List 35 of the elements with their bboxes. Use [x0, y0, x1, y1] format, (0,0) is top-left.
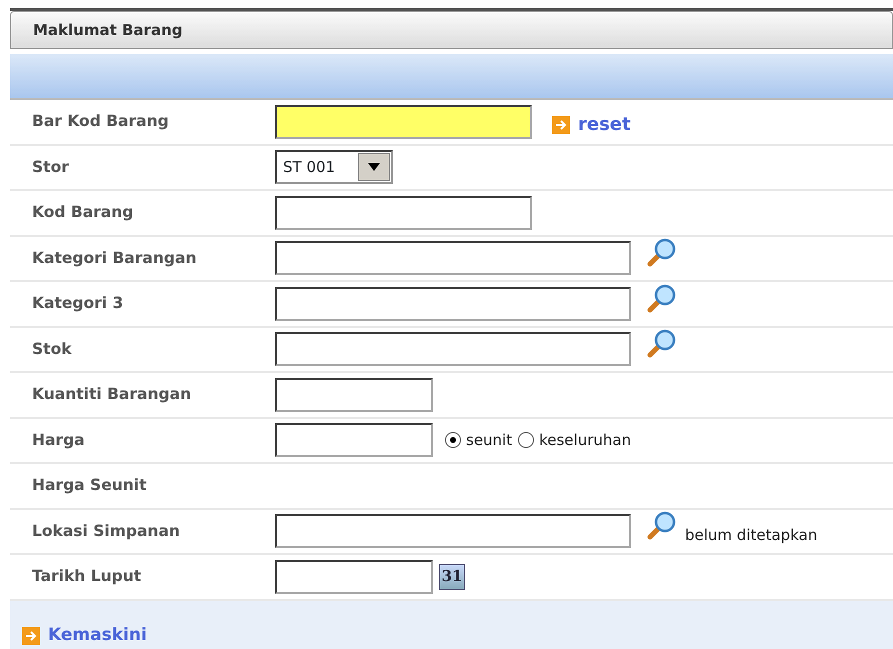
update-link[interactable]: Kemaskini: [48, 623, 147, 648]
field-label: Stor: [31, 156, 70, 178]
store-dropdown[interactable]: ST 001: [275, 150, 393, 184]
field-label: Harga Seunit: [31, 475, 148, 496]
radio-option[interactable]: keseluruhan: [518, 429, 632, 452]
field-label: Stok: [31, 338, 73, 360]
input-field[interactable]: [275, 104, 532, 139]
search-icon[interactable]: [645, 328, 677, 360]
reset-link[interactable]: reset: [578, 111, 631, 138]
input-field[interactable]: [275, 423, 433, 458]
radio-icon[interactable]: [518, 432, 534, 448]
field-label: Lokasi Simpanan: [31, 520, 181, 542]
field-label: Bar Kod Barang: [31, 111, 170, 132]
input-field[interactable]: [275, 560, 433, 594]
field-label: Kod Barang: [31, 202, 134, 224]
input-field[interactable]: [275, 332, 631, 366]
search-icon[interactable]: [645, 237, 677, 270]
input-field[interactable]: [275, 286, 631, 321]
search-icon[interactable]: [645, 282, 677, 315]
panel-title: Maklumat Barang: [33, 20, 182, 41]
caret-icon[interactable]: [368, 163, 380, 172]
input-field[interactable]: [275, 241, 631, 276]
search-icon[interactable]: [645, 510, 677, 542]
field-label: Kuantiti Barangan: [31, 384, 192, 406]
input-field[interactable]: [275, 378, 433, 412]
radio-icon[interactable]: [445, 432, 461, 448]
calendar-icon[interactable]: 31: [439, 564, 465, 590]
field-label: Kategori 3: [31, 293, 124, 314]
status-note: belum ditetapkan: [685, 525, 818, 546]
input-field[interactable]: [275, 196, 532, 230]
field-label: Tarikh Luput: [31, 566, 142, 588]
input-field[interactable]: [275, 514, 631, 548]
radio-option[interactable]: seunit: [445, 429, 512, 452]
field-label: Kategori Barangan: [31, 248, 198, 269]
field-label: Harga: [31, 430, 86, 451]
